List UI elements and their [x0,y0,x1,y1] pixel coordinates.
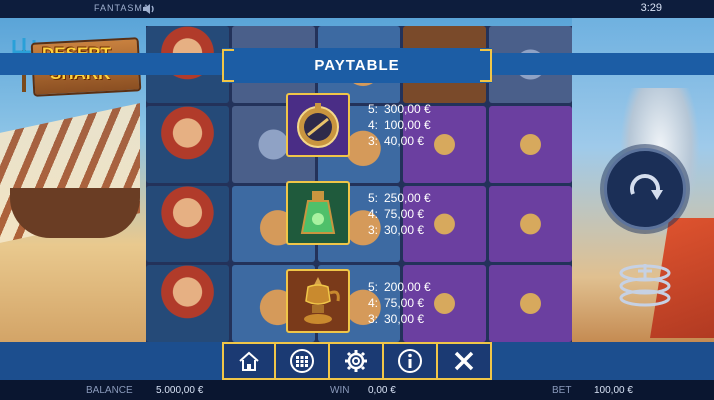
close-button[interactable] [438,342,492,380]
pay-amount: 75,00 € [384,296,425,310]
info-icon [398,349,422,373]
paytable-header: PAYTABLE [222,48,492,83]
reel-symbol-pirate [146,185,229,263]
pay-count: 5: [368,280,379,294]
pay-count: 3: [368,134,379,148]
reel-symbol-compass [489,105,572,183]
potion-bottle-icon [286,181,350,245]
pay-amount: 30,00 € [384,223,425,237]
pay-count: 4: [368,296,379,310]
footer-bar: BALANCE 5.000,00 € WIN 0,00 € BET 100,00… [0,380,714,400]
reel-symbol-compass [489,265,572,342]
bet-label: BET [552,385,572,396]
win-value: 0,00 € [368,385,396,396]
pay-amount: 100,00 € [384,118,431,132]
pay-count: 3: [368,223,379,237]
pay-count: 3: [368,312,379,326]
pay-count: 4: [368,118,379,132]
top-status-bar: FANTASMA 3:29 [0,0,714,18]
paytable-row-lamp: 5: 200,00 € 4: 75,00 € 3: 30,00 € [368,279,431,327]
speaker-icon[interactable] [142,2,158,16]
reel-symbol-pirate [146,105,229,183]
pay-count: 5: [368,191,379,205]
clock: 3:29 [640,2,662,14]
info-button[interactable] [384,342,438,380]
balance-label: BALANCE [86,385,133,396]
paytable-row-potion: 5: 250,00 € 4: 75,00 € 3: 30,00 € [368,190,431,238]
pay-amount: 200,00 € [384,280,431,294]
coin-stack-icon [619,264,671,307]
close-icon [454,351,474,371]
home-icon [239,351,259,371]
compass-icon [286,93,350,157]
spin-arrow-icon [630,174,663,200]
pay-count: 5: [368,102,379,116]
home-button[interactable] [222,342,276,380]
bracket-right [480,49,492,82]
ship-hull-art [10,188,140,238]
paytable-row-compass: 5: 300,00 € 4: 100,00 € 3: 40,00 € [368,101,431,149]
paytable-panel: 5: 300,00 € 4: 100,00 € 3: 40,00 € 5: 250,00… [222,83,492,342]
pay-amount: 250,00 € [384,191,431,205]
pay-amount: 30,00 € [384,312,425,326]
paytable-grid-button[interactable] [276,342,330,380]
pay-amount: 75,00 € [384,207,425,221]
oil-lamp-icon [286,269,350,333]
reel-symbol-pirate [146,265,229,342]
balance-value: 5.000,00 € [156,385,204,396]
pay-count: 4: [368,207,379,221]
pay-amount: 300,00 € [384,102,431,116]
pay-amount: 40,00 € [384,134,425,148]
grid-menu-icon [290,349,314,373]
reel-symbol-compass [489,185,572,263]
bet-value: 100,00 € [594,385,633,396]
bracket-left [222,49,234,82]
bet-button[interactable] [616,256,674,308]
paytable-title: PAYTABLE [314,57,400,74]
settings-button[interactable] [330,342,384,380]
win-label: WIN [330,385,350,396]
spin-button[interactable] [604,148,686,230]
settings-gear-icon [345,350,367,372]
paytable-menu [222,342,492,380]
